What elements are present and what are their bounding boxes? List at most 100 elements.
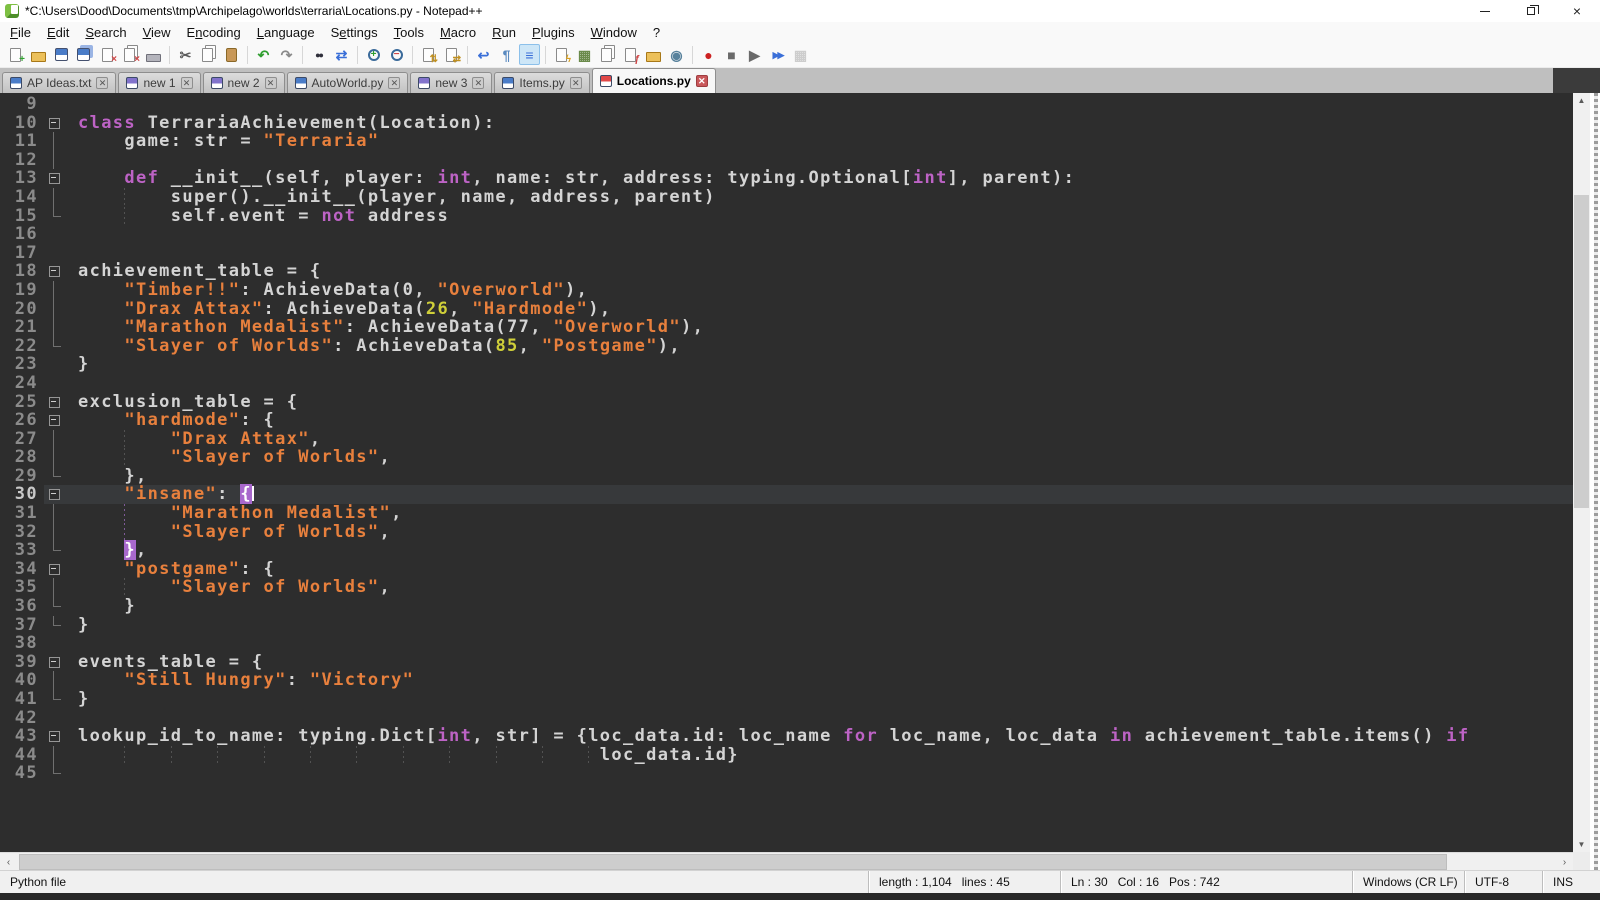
menu-item-settings[interactable]: Settings bbox=[323, 23, 386, 42]
code-line-30[interactable]: 30 "insane": { bbox=[0, 485, 1573, 504]
code-line-32[interactable]: 32 "Slayer of Worlds", bbox=[0, 523, 1573, 542]
code-line-28[interactable]: 28 "Slayer of Worlds", bbox=[0, 448, 1573, 467]
code-line-26[interactable]: 26 "hardmode": { bbox=[0, 411, 1573, 430]
code-line-12[interactable]: 12 bbox=[0, 151, 1573, 170]
tab-locations-py[interactable]: Locations.py✕ bbox=[592, 68, 716, 93]
code-line-25[interactable]: 25exclusion_table = { bbox=[0, 393, 1573, 412]
tab-close-icon[interactable]: ✕ bbox=[265, 77, 277, 89]
fold-collapse-icon[interactable] bbox=[44, 485, 66, 504]
scroll-down-arrow-icon[interactable]: ▼ bbox=[1573, 837, 1590, 852]
fold-collapse-icon[interactable] bbox=[44, 560, 66, 579]
menu-item-language[interactable]: Language bbox=[249, 23, 323, 42]
code-line-10[interactable]: 10class TerrariaAchievement(Location): bbox=[0, 114, 1573, 133]
scroll-up-arrow-icon[interactable]: ▲ bbox=[1573, 93, 1590, 108]
code-line-15[interactable]: 15 self.event = not address bbox=[0, 207, 1573, 226]
open-file-icon[interactable] bbox=[28, 44, 49, 65]
new-file-icon[interactable]: + bbox=[5, 44, 26, 65]
menu-item-file[interactable]: File bbox=[2, 23, 39, 42]
close-file-icon[interactable]: × bbox=[97, 44, 118, 65]
word-wrap-icon[interactable]: ↩ bbox=[473, 44, 494, 65]
find-icon[interactable]: ●● bbox=[308, 44, 329, 65]
restore-button[interactable] bbox=[1508, 0, 1554, 22]
code-line-39[interactable]: 39events_table = { bbox=[0, 653, 1573, 672]
menu-item-run[interactable]: Run bbox=[484, 23, 524, 42]
tab-close-icon[interactable]: ✕ bbox=[696, 75, 708, 87]
code-line-9[interactable]: 9 bbox=[0, 95, 1573, 114]
cut-icon[interactable]: ✂ bbox=[175, 44, 196, 65]
fold-collapse-icon[interactable] bbox=[44, 262, 66, 281]
vertical-scrollbar-thumb[interactable] bbox=[1574, 195, 1589, 508]
code-line-35[interactable]: 35 "Slayer of Worlds", bbox=[0, 578, 1573, 597]
code-line-16[interactable]: 16 bbox=[0, 225, 1573, 244]
sync-horizontal-icon[interactable]: ⇄ bbox=[441, 44, 462, 65]
code-line-37[interactable]: 37} bbox=[0, 616, 1573, 635]
code-line-33[interactable]: 33 }, bbox=[0, 541, 1573, 560]
fold-collapse-icon[interactable] bbox=[44, 411, 66, 430]
paste-icon[interactable] bbox=[221, 44, 242, 65]
tab-ap-ideas-txt[interactable]: AP Ideas.txt✕ bbox=[2, 72, 116, 93]
macro-record-icon[interactable]: ● bbox=[698, 44, 719, 65]
show-indent-guide-icon[interactable]: ≡ bbox=[519, 44, 540, 65]
code-line-14[interactable]: 14 super().__init__(player, name, addres… bbox=[0, 188, 1573, 207]
undo-icon[interactable]: ↶ bbox=[253, 44, 274, 65]
code-editor[interactable]: 910class TerrariaAchievement(Location):1… bbox=[0, 93, 1573, 852]
menu-item-macro[interactable]: Macro bbox=[432, 23, 484, 42]
code-line-20[interactable]: 20 "Drax Attax": AchieveData(26, "Hardmo… bbox=[0, 300, 1573, 319]
monitoring-icon[interactable]: ◉ bbox=[666, 44, 687, 65]
code-line-31[interactable]: 31 "Marathon Medalist", bbox=[0, 504, 1573, 523]
show-all-characters-icon[interactable]: ¶ bbox=[496, 44, 517, 65]
code-line-42[interactable]: 42 bbox=[0, 709, 1573, 728]
macro-play-icon[interactable]: ▶ bbox=[744, 44, 765, 65]
tab-close-icon[interactable]: ✕ bbox=[96, 77, 108, 89]
code-line-23[interactable]: 23} bbox=[0, 355, 1573, 374]
define-language-icon[interactable]: ϟ bbox=[551, 44, 572, 65]
function-list-icon[interactable]: ƒ bbox=[620, 44, 641, 65]
replace-icon[interactable]: ⇄ bbox=[331, 44, 352, 65]
close-button[interactable]: × bbox=[1554, 0, 1600, 22]
document-map-icon[interactable]: ▦ bbox=[574, 44, 595, 65]
macro-run-multiple-icon[interactable]: ▶▶ bbox=[767, 44, 788, 65]
code-line-27[interactable]: 27 "Drax Attax", bbox=[0, 430, 1573, 449]
zoom-out-icon[interactable]: − bbox=[386, 44, 407, 65]
code-line-40[interactable]: 40 "Still Hungry": "Victory" bbox=[0, 671, 1573, 690]
code-line-43[interactable]: 43lookup_id_to_name: typing.Dict[int, st… bbox=[0, 727, 1573, 746]
save-file-icon[interactable] bbox=[51, 44, 72, 65]
code-line-19[interactable]: 19 "Timber!!": AchieveData(0, "Overworld… bbox=[0, 281, 1573, 300]
sync-vertical-icon[interactable]: ⇅ bbox=[418, 44, 439, 65]
close-all-icon[interactable]: × bbox=[120, 44, 141, 65]
tab-close-icon[interactable]: ✕ bbox=[570, 77, 582, 89]
scroll-left-arrow-icon[interactable]: ‹ bbox=[0, 853, 17, 871]
code-line-38[interactable]: 38 bbox=[0, 634, 1573, 653]
menu-item-plugins[interactable]: Plugins bbox=[524, 23, 583, 42]
fold-collapse-icon[interactable] bbox=[44, 169, 66, 188]
code-line-44[interactable]: 44 loc_data.id} bbox=[0, 746, 1573, 765]
save-all-icon[interactable] bbox=[74, 44, 95, 65]
code-line-11[interactable]: 11 game: str = "Terraria" bbox=[0, 132, 1573, 151]
document-list-icon[interactable] bbox=[597, 44, 618, 65]
code-line-21[interactable]: 21 "Marathon Medalist": AchieveData(77, … bbox=[0, 318, 1573, 337]
menu-item-encoding[interactable]: Encoding bbox=[179, 23, 249, 42]
code-line-45[interactable]: 45 bbox=[0, 764, 1573, 783]
menu-item-tools[interactable]: Tools bbox=[386, 23, 432, 42]
code-line-13[interactable]: 13 def __init__(self, player: int, name:… bbox=[0, 169, 1573, 188]
menu-item-window[interactable]: Window bbox=[583, 23, 645, 42]
fold-collapse-icon[interactable] bbox=[44, 393, 66, 412]
fold-collapse-icon[interactable] bbox=[44, 114, 66, 133]
fold-collapse-icon[interactable] bbox=[44, 727, 66, 746]
scroll-right-arrow-icon[interactable]: › bbox=[1556, 853, 1573, 871]
tab-close-icon[interactable]: ✕ bbox=[388, 77, 400, 89]
menu-item-view[interactable]: View bbox=[135, 23, 179, 42]
macro-save-icon[interactable]: ▦ bbox=[790, 44, 811, 65]
fold-collapse-icon[interactable] bbox=[44, 653, 66, 672]
minimize-button[interactable] bbox=[1462, 0, 1508, 22]
copy-icon[interactable] bbox=[198, 44, 219, 65]
code-line-22[interactable]: 22 "Slayer of Worlds": AchieveData(85, "… bbox=[0, 337, 1573, 356]
horizontal-scrollbar-thumb[interactable] bbox=[19, 854, 1447, 870]
tab-close-icon[interactable]: ✕ bbox=[181, 77, 193, 89]
code-line-24[interactable]: 24 bbox=[0, 374, 1573, 393]
tab-items-py[interactable]: Items.py✕ bbox=[494, 72, 589, 93]
code-line-18[interactable]: 18achievement_table = { bbox=[0, 262, 1573, 281]
folder-as-workspace-icon[interactable] bbox=[643, 44, 664, 65]
code-line-36[interactable]: 36 } bbox=[0, 597, 1573, 616]
tab-new-2[interactable]: new 2✕ bbox=[203, 72, 285, 93]
